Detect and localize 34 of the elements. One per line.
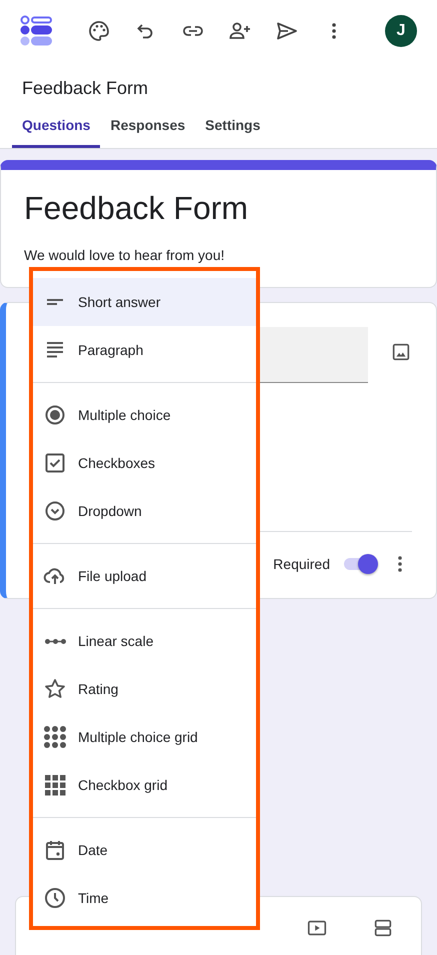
menu-item[interactable]: Multiple choice grid xyxy=(33,713,256,761)
menu-item[interactable]: Dropdown xyxy=(33,487,256,535)
dot-grid-icon xyxy=(43,725,67,749)
menu-item[interactable]: Linear scale xyxy=(33,617,256,665)
form-description[interactable]: We would love to hear from you! xyxy=(24,247,413,263)
menu-item[interactable]: Time xyxy=(33,874,256,922)
forms-logo[interactable] xyxy=(20,15,54,47)
section-icon[interactable] xyxy=(372,917,394,939)
menu-item[interactable]: Short answer xyxy=(33,278,256,326)
tab[interactable]: Responses xyxy=(100,108,196,148)
menu-item[interactable]: Checkbox grid xyxy=(33,761,256,809)
star-icon xyxy=(43,677,67,701)
clock-icon xyxy=(43,886,67,910)
menu-item[interactable]: File upload xyxy=(33,552,256,600)
tab[interactable]: Settings xyxy=(195,108,270,148)
menu-item[interactable]: Paragraph xyxy=(33,326,256,374)
account-avatar[interactable]: J xyxy=(385,15,417,47)
tab[interactable]: Questions xyxy=(12,108,100,148)
form-name: Feedback Form xyxy=(0,62,437,108)
required-label: Required xyxy=(273,556,330,572)
menu-item[interactable]: Checkboxes xyxy=(33,439,256,487)
calendar-icon xyxy=(43,838,67,862)
short-text-icon xyxy=(47,299,63,305)
menu-item[interactable]: Rating xyxy=(33,665,256,713)
dropdown-circle-icon xyxy=(43,499,67,523)
menu-item[interactable]: Date xyxy=(33,826,256,874)
linear-scale-icon xyxy=(44,638,66,644)
form-title[interactable]: Feedback Form xyxy=(24,190,413,227)
menu-item[interactable]: Multiple choice xyxy=(33,391,256,439)
square-grid-icon xyxy=(43,773,67,797)
checkbox-icon xyxy=(43,451,67,475)
palette-icon[interactable] xyxy=(87,19,111,43)
image-icon[interactable] xyxy=(390,341,412,363)
radio-button-icon xyxy=(43,403,67,427)
